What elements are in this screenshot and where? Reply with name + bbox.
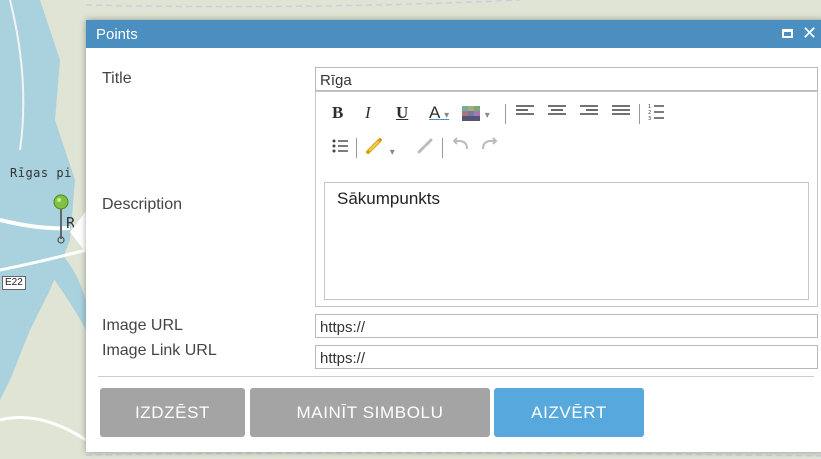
- image-url-input[interactable]: https://: [315, 314, 818, 338]
- underline-icon[interactable]: U: [396, 103, 408, 123]
- close-button[interactable]: AIZVĒRT: [494, 388, 644, 437]
- delete-button[interactable]: IZDZĒST: [100, 388, 245, 437]
- edit-point-popup: Points ✕ Title Rīga Description B I U A …: [86, 20, 821, 452]
- unlink-icon[interactable]: [416, 137, 434, 160]
- divider: [98, 376, 814, 377]
- bulleted-list-icon[interactable]: [332, 138, 348, 159]
- chevron-down-icon: ▾: [484, 110, 490, 121]
- font-color-icon[interactable]: A ▾: [429, 103, 449, 126]
- popup-title: Points: [96, 26, 138, 43]
- image-link-url-label: Image Link URL: [102, 342, 217, 359]
- rich-text-editor: B I U A ▾ ▾ 123 ▾ Sākumpunkts: [315, 91, 818, 307]
- toolbar-separator: [356, 138, 357, 158]
- link-icon[interactable]: ▾: [365, 137, 395, 163]
- image-url-label: Image URL: [102, 317, 183, 334]
- maximize-icon[interactable]: [782, 29, 793, 38]
- close-icon[interactable]: ✕: [802, 23, 817, 44]
- change-symbol-button[interactable]: MAINĪT SIMBOLU: [250, 388, 490, 437]
- bold-icon[interactable]: B: [332, 103, 343, 123]
- toolbar-separator: [505, 104, 506, 124]
- undo-icon[interactable]: [451, 137, 469, 158]
- toolbar-separator: [639, 104, 640, 124]
- toolbar-separator: [442, 138, 443, 158]
- justify-icon[interactable]: [612, 103, 630, 123]
- align-left-icon[interactable]: [516, 103, 534, 123]
- popup-pointer: [70, 210, 87, 254]
- image-link-url-input[interactable]: https://: [315, 345, 818, 369]
- chevron-down-icon: ▾: [444, 110, 450, 121]
- align-center-icon[interactable]: [548, 103, 566, 123]
- background-color-icon[interactable]: ▾: [462, 103, 490, 126]
- font-color-glyph: A: [429, 103, 440, 122]
- align-right-icon[interactable]: [580, 103, 598, 123]
- description-textarea[interactable]: Sākumpunkts: [324, 182, 809, 300]
- popup-titlebar: Points ✕: [86, 20, 821, 48]
- chevron-down-icon: ▾: [389, 147, 395, 158]
- description-label: Description: [102, 196, 183, 213]
- redo-icon[interactable]: [481, 137, 499, 158]
- title-input[interactable]: Rīga: [315, 67, 818, 91]
- italic-icon[interactable]: I: [365, 103, 371, 123]
- road-shield: E22: [2, 276, 26, 290]
- svg-text:3: 3: [648, 116, 651, 121]
- numbered-list-icon[interactable]: 123: [648, 103, 664, 126]
- description-text: Sākumpunkts: [337, 189, 440, 208]
- map-pin-icon[interactable]: [52, 193, 70, 245]
- map-place-label: Rīgas pi: [10, 166, 72, 180]
- title-label: Title: [102, 70, 132, 87]
